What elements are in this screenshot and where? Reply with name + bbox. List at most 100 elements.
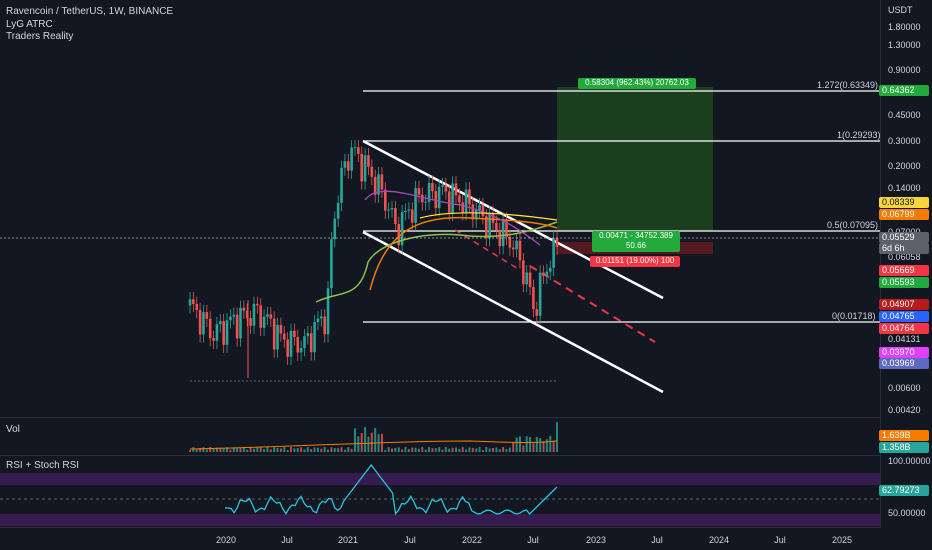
candle-body — [198, 310, 202, 335]
pane-divider[interactable] — [0, 455, 880, 456]
volume-bar — [266, 447, 269, 452]
rsi-band-lower — [0, 514, 880, 526]
candle-body — [293, 330, 296, 338]
candle-body — [555, 238, 559, 248]
price-tag: 0.06799 — [879, 209, 929, 220]
volume-bar — [508, 447, 511, 452]
rsi-scale-50: 50.00000 — [888, 508, 926, 518]
candle-body — [431, 183, 434, 192]
target-zone — [557, 87, 713, 231]
candle-body — [340, 167, 343, 203]
candle-body — [545, 271, 549, 276]
price-tick-label: 0.45000 — [888, 110, 921, 120]
candle-body — [262, 316, 266, 328]
candle-body — [454, 183, 458, 196]
volume-bar — [256, 447, 259, 452]
price-tag-target: 0.64362 — [879, 85, 929, 96]
candle-body — [279, 324, 283, 334]
candle-body — [346, 161, 350, 171]
candle-body — [306, 333, 310, 337]
candle-body — [451, 183, 454, 213]
entry-ratio: 50.66 — [625, 241, 647, 250]
chart-workspace[interactable]: Ravencoin / TetherUS, 1W, BINANCE LyG AT… — [0, 0, 932, 550]
currency-label: USDT — [888, 5, 913, 15]
volume-pane-title[interactable]: Vol — [6, 424, 20, 435]
volume-bar — [495, 447, 498, 452]
candle-body — [316, 318, 320, 323]
fib-label-05: 0.5(0.07095) — [827, 220, 879, 230]
volume-bar — [246, 449, 249, 452]
volume-bar — [532, 443, 535, 452]
volume-bar — [323, 447, 326, 452]
volume-bar — [367, 436, 370, 452]
volume-bar — [411, 447, 414, 452]
price-tag: 0.04907 — [879, 299, 929, 310]
volume-bar — [306, 447, 309, 452]
price-tag: 0.08339 — [879, 197, 929, 208]
time-axis-label: Jul — [404, 535, 416, 545]
candle-body — [363, 155, 367, 182]
rsi-pane-title[interactable]: RSI + Stoch RSI — [6, 460, 79, 471]
volume-bar — [252, 448, 255, 452]
indicator-traders-reality[interactable]: Traders Reality — [6, 31, 73, 43]
candle-body — [323, 316, 326, 335]
candle-body — [461, 202, 465, 213]
stop-label[interactable]: 0.01151 (19.00%) 100 — [590, 256, 680, 267]
candle-body — [468, 189, 471, 205]
candle-body — [188, 299, 192, 306]
volume-bar — [488, 448, 491, 452]
volume-bar — [441, 449, 444, 452]
volume-bar — [330, 447, 333, 452]
volume-bar — [384, 449, 387, 452]
volume-bar — [397, 447, 400, 452]
price-tick-label: 0.30000 — [888, 136, 921, 146]
volume-bar — [327, 449, 330, 452]
price-tick-label: 1.30000 — [888, 40, 921, 50]
volume-bar — [357, 436, 360, 452]
indicator-lyg-atrc[interactable]: LyG ATRC — [6, 19, 53, 31]
volume-bar — [189, 450, 191, 452]
candle-body — [219, 321, 222, 325]
candle-body — [232, 314, 236, 317]
volume-bar — [404, 447, 407, 452]
candle-body — [269, 314, 273, 319]
price-tick-label: 0.14000 — [888, 183, 921, 193]
candle-body — [353, 147, 357, 149]
volume-bar — [337, 448, 340, 452]
candle-body — [239, 307, 242, 339]
candle-body — [522, 260, 525, 285]
last-price-tag: 0.05529 — [879, 232, 929, 243]
volume-bar — [222, 448, 225, 452]
volume-bar — [556, 422, 558, 452]
entry-label[interactable]: 0.00471 - 34752.389 50.66 — [592, 231, 680, 252]
pane-divider[interactable] — [0, 417, 880, 418]
volume-bar — [461, 447, 464, 452]
volume-bar — [428, 447, 431, 452]
time-axis-label: 2024 — [708, 535, 730, 545]
ma-green — [315, 221, 558, 303]
time-axis-label: Jul — [281, 535, 293, 545]
volume-bar — [468, 447, 471, 452]
price-tick-label: 0.00600 — [888, 383, 921, 393]
volume-bar — [417, 448, 420, 452]
volume-bar — [333, 448, 336, 452]
target-label[interactable]: 0.58304 (962.43%) 20762.03 — [578, 78, 696, 89]
candle-body — [309, 333, 313, 353]
candle-body — [447, 191, 451, 213]
price-chart[interactable] — [0, 0, 932, 550]
candle-body — [266, 314, 269, 317]
symbol-title[interactable]: Ravencoin / TetherUS, 1W, BINANCE — [6, 6, 173, 18]
time-axis-label: 2022 — [461, 535, 483, 545]
volume-bar — [370, 432, 373, 452]
volume-bar — [374, 427, 377, 452]
volume-bar — [475, 448, 478, 452]
volume-bar — [478, 447, 481, 452]
volume-bar — [320, 448, 323, 452]
volume-bar — [350, 448, 353, 452]
volume-bar — [448, 448, 451, 452]
rsi-line — [224, 463, 558, 516]
volume-bar — [407, 449, 410, 452]
volume-bar — [545, 439, 548, 452]
rsi-value-tag: 62.79273 — [879, 485, 929, 496]
candle-body — [404, 210, 407, 213]
